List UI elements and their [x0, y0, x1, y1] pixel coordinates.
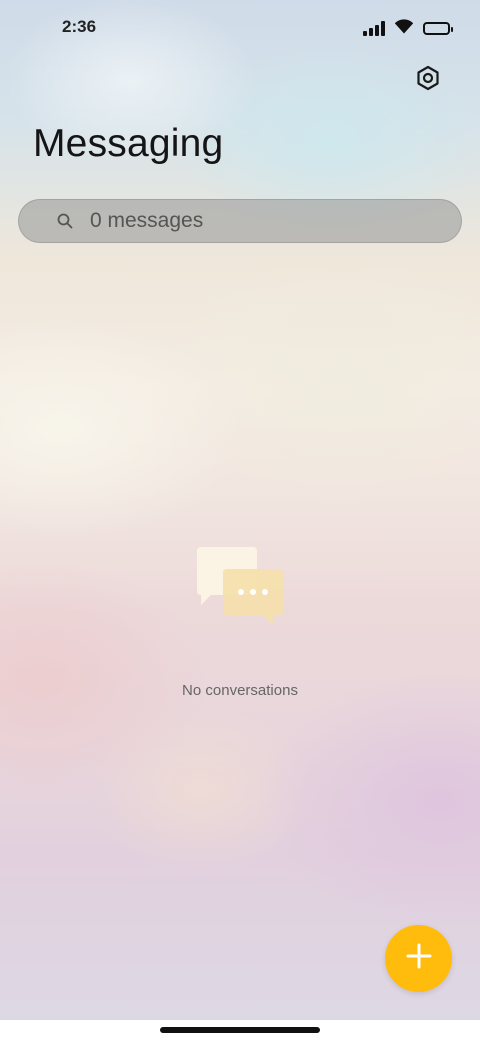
- search-bar[interactable]: [18, 199, 462, 243]
- plus-icon: [405, 942, 433, 975]
- battery-icon: [423, 22, 453, 35]
- status-time: 2:36: [62, 17, 97, 36]
- chat-bubbles-icon: [195, 545, 287, 627]
- status-icons: [363, 18, 453, 39]
- wifi-icon: [394, 18, 414, 39]
- home-indicator[interactable]: [160, 1027, 320, 1033]
- page-title: Messaging: [33, 122, 224, 165]
- empty-state-text: No conversations: [182, 682, 298, 699]
- new-conversation-button[interactable]: [385, 925, 452, 992]
- search-icon: [56, 212, 74, 230]
- search-input[interactable]: [90, 209, 420, 233]
- settings-icon: [415, 65, 441, 96]
- settings-button[interactable]: [412, 64, 444, 96]
- signal-icon: [363, 21, 385, 36]
